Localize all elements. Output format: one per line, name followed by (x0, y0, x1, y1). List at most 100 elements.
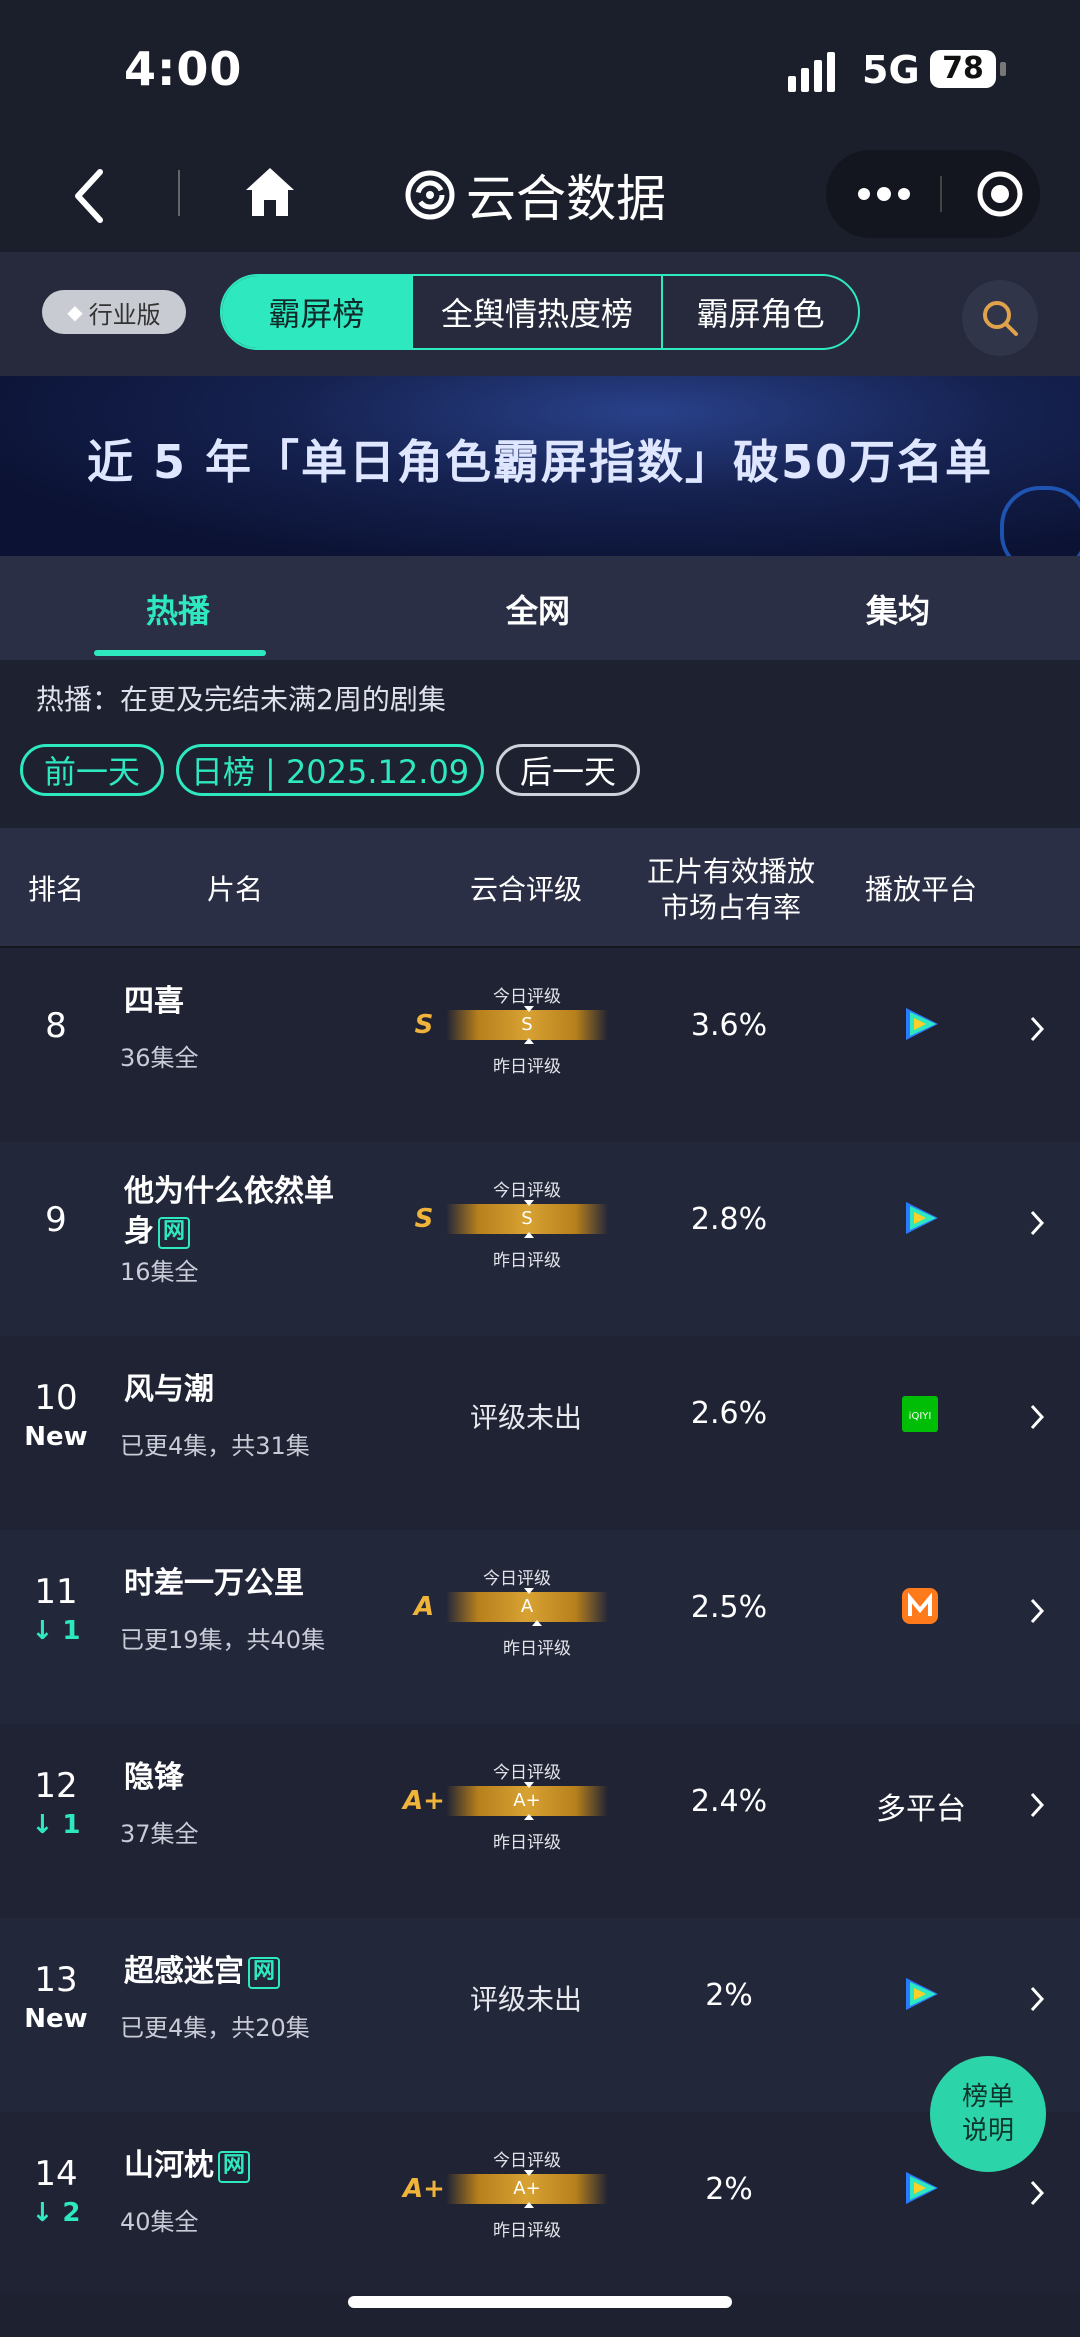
chevron-right-icon[interactable] (1026, 1984, 1048, 2014)
yesterday-marker (524, 2202, 534, 2208)
more-icon[interactable] (856, 184, 912, 204)
next-day-button[interactable]: 后一天 (496, 744, 640, 796)
home-icon[interactable] (244, 164, 296, 220)
episode-info: 已更4集，共31集 (120, 1432, 310, 1460)
show-title[interactable]: 四喜 (124, 982, 354, 1022)
back-icon[interactable] (70, 166, 110, 226)
arrow-down-icon: ↓ (31, 1810, 63, 1840)
close-target-icon[interactable] (976, 170, 1024, 218)
date-selector[interactable]: 日榜 | 2025.12.09 (176, 744, 484, 796)
chevron-right-icon[interactable] (1026, 1596, 1048, 1626)
home-indicator (348, 2296, 732, 2308)
grade-letter: S (414, 1010, 434, 1040)
episode-info: 36集全 (120, 1044, 199, 1072)
platform-multi: 多平台 (876, 1792, 966, 1827)
yesterday-grade-label: 昨日评级 (493, 1057, 561, 1077)
show-title-text: 风与潮 (124, 1372, 214, 1407)
table-row[interactable]: 9 他为什么依然单身网 16集全 S 今日评级 S 昨日评级 2.8% (0, 1142, 1080, 1336)
grade-bar: S (446, 1006, 608, 1044)
table-row[interactable]: 14 ↓ 2 山河枕网 40集全 A+ 今日评级 A+ 昨日评级 2% (0, 2112, 1080, 2292)
chevron-right-icon[interactable] (1026, 2178, 1048, 2208)
tab-quanyuqing[interactable]: 全舆情热度榜 (413, 276, 664, 348)
grade-letter: A+ (403, 1786, 445, 1816)
banner-glow-decoration (1000, 486, 1080, 556)
market-share: 2.6% (690, 1396, 768, 1431)
chevron-right-icon[interactable] (1026, 1208, 1048, 1238)
svg-text:iQIYI: iQIYI (909, 1411, 932, 1422)
show-title[interactable]: 时差一万公里 (124, 1564, 354, 1604)
rank-change-value: 2 (62, 2198, 81, 2228)
table-row[interactable]: 8 四喜 36集全 S 今日评级 S 昨日评级 3.6% (0, 948, 1080, 1142)
episode-info: 16集全 (120, 1258, 199, 1286)
yesterday-grade-label: 昨日评级 (493, 1833, 561, 1853)
yesterday-grade-label: 昨日评级 (493, 1251, 561, 1271)
float-button-line2: 说明 (961, 2116, 1014, 2146)
rank-number: 14 (34, 2154, 78, 2194)
table-header: 排名 片名 云合评级 正片有效播放 市场占有率 播放平台 (0, 828, 1080, 946)
tencent-video-icon (906, 1978, 938, 2010)
chevron-right-icon[interactable] (1026, 1402, 1048, 1432)
arrow-down-icon: ↓ (31, 1616, 63, 1646)
rank-number: 10 (34, 1378, 78, 1418)
table-row[interactable]: 10 New 风与潮 已更4集，共31集 评级未出 2.6% iQIYI (0, 1336, 1080, 1530)
today-grade-label: 今日评级 (493, 1763, 561, 1783)
show-title-text: 四喜 (124, 984, 184, 1019)
network-tag: 网 (158, 1216, 190, 1249)
tab-bapingjuese[interactable]: 霸屏角色 (663, 276, 858, 348)
grade-bar: A (446, 1588, 608, 1626)
status-bar: 4:00 5G 78 (0, 0, 1080, 140)
industry-badge-label: 行业版 (88, 300, 161, 329)
grade-bar-label: S (521, 1014, 533, 1035)
mini-program-capsule (826, 150, 1040, 238)
chevron-right-icon[interactable] (1026, 1014, 1048, 1044)
search-button[interactable] (962, 280, 1038, 356)
yesterday-marker (524, 1232, 534, 1238)
rank-number: 12 (34, 1766, 78, 1806)
show-title[interactable]: 山河枕网 (124, 2146, 354, 2186)
today-grade-label: 今日评级 (493, 1181, 561, 1201)
search-icon (983, 301, 1018, 336)
show-title[interactable]: 他为什么依然单身网 (124, 1172, 354, 1252)
rank-change-value: 1 (62, 1616, 81, 1646)
yesterday-marker (524, 1814, 534, 1820)
show-title-text: 山河枕 (124, 2148, 214, 2183)
show-title[interactable]: 风与潮 (124, 1370, 354, 1410)
nav-divider (178, 170, 180, 216)
rank-new-label: New (24, 2004, 88, 2034)
header-rank: 排名 (27, 873, 84, 906)
promo-banner[interactable]: 近 5 年「单日角色霸屏指数」破50万名单 (0, 376, 1080, 556)
grade-bar: A+ (446, 2170, 608, 2208)
show-title[interactable]: 隐锋 (124, 1758, 354, 1798)
ranking-type-row: ◆ 行业版 霸屏榜 全舆情热度榜 霸屏角色 (0, 252, 1080, 376)
network-tag: 网 (218, 2150, 250, 2183)
show-title[interactable]: 超感迷宫网 (124, 1952, 354, 1992)
grade-bar-label: A+ (513, 1790, 541, 1811)
episode-info: 已更4集，共20集 (120, 2014, 310, 2042)
industry-badge[interactable]: ◆ 行业版 (42, 290, 186, 334)
chevron-right-icon[interactable] (1026, 1790, 1048, 1820)
yesterday-marker (532, 1620, 542, 1626)
nav-bar: 云合数据 (0, 140, 1080, 252)
tab-bapingbang[interactable]: 霸屏榜 (222, 276, 413, 348)
active-tab-underline (94, 650, 266, 656)
today-grade-label: 今日评级 (493, 987, 561, 1007)
iqiyi-icon: iQIYI (902, 1396, 938, 1432)
table-row[interactable]: 11 ↓ 1 时差一万公里 已更19集，共40集 A 今日评级 A 昨日评级 2… (0, 1530, 1080, 1724)
tab-rebo[interactable]: 热播 (146, 586, 210, 632)
tab-quanwang[interactable]: 全网 (506, 586, 570, 632)
table-row[interactable]: 13 New 超感迷宫网 已更4集，共20集 评级未出 2% (0, 1918, 1080, 2112)
list-description: 热播：在更及完结未满2周的剧集 (36, 683, 446, 716)
rating-pending: 评级未出 (469, 1983, 582, 2016)
prev-day-button[interactable]: 前一天 (20, 744, 164, 796)
ranking-segment-control: 霸屏榜 全舆情热度榜 霸屏角色 (220, 274, 860, 350)
header-share-line2: 市场占有率 (660, 891, 801, 924)
yesterday-grade-label: 昨日评级 (503, 1639, 571, 1659)
grade-bar: S (446, 1200, 608, 1238)
battery-tip (1000, 62, 1006, 76)
table-row[interactable]: 12 ↓ 1 隐锋 37集全 A+ 今日评级 A+ 昨日评级 2.4% 多平台 (0, 1724, 1080, 1918)
tab-jijun[interactable]: 集均 (866, 586, 930, 632)
ranking-explanation-button[interactable]: 榜单 说明 (930, 2056, 1046, 2172)
market-share: 2.5% (690, 1590, 768, 1625)
show-title-text: 隐锋 (124, 1760, 184, 1795)
tencent-video-icon (906, 1202, 938, 1234)
